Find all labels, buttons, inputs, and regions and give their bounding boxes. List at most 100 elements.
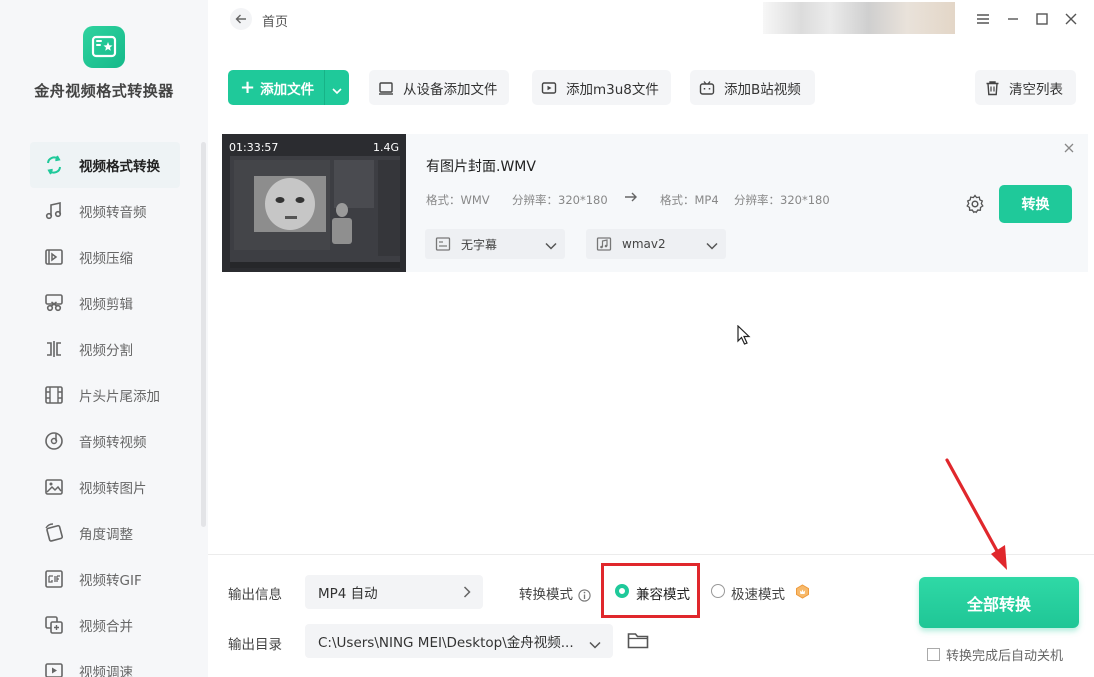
- clear-list-button[interactable]: 清空列表: [975, 70, 1076, 105]
- source-resolution: 分辨率：320*180: [512, 193, 608, 207]
- chevron-down-icon: [545, 239, 557, 253]
- thumbnail-image: [222, 134, 406, 272]
- file-list-item[interactable]: 01:33:57 1.4G 有图片封面.WMV 格式：WMV 分辨率：320*1…: [222, 134, 1088, 272]
- target-resolution: 分辨率：320*180: [734, 193, 830, 207]
- output-dir-value: C:\Users\NING MEI\Desktop\金舟视频...: [318, 635, 574, 651]
- output-info-value: MP4 自动: [318, 586, 378, 602]
- fast-mode-radio[interactable]: [711, 584, 725, 598]
- app-name: 金舟视频格式转换器: [34, 82, 174, 100]
- sidebar-item-merge[interactable]: 视频合并: [30, 602, 206, 648]
- add-bilibili-label: 添加B站视频: [724, 81, 801, 98]
- annotation-arrow-icon: [945, 458, 1007, 570]
- fast-mode-label[interactable]: 极速模式: [731, 583, 785, 603]
- audio-track-select[interactable]: wmav2: [586, 229, 726, 259]
- chevron-down-icon: [589, 637, 601, 653]
- close-icon: [1065, 13, 1077, 25]
- sidebar-item-label: 音频转视频: [79, 435, 147, 451]
- add-m3u8-label: 添加m3u8文件: [566, 81, 659, 98]
- file-name: 有图片封面.WMV: [426, 159, 536, 175]
- split-divider: [324, 70, 325, 105]
- chevron-down-icon: [706, 239, 718, 253]
- sidebar-scrollbar[interactable]: [201, 142, 206, 527]
- sidebar-item-speed[interactable]: 视频调速: [30, 648, 206, 677]
- add-from-device-label: 从设备添加文件: [403, 81, 498, 98]
- output-dir-select[interactable]: C:\Users\NING MEI\Desktop\金舟视频...: [305, 624, 613, 658]
- settings-gear-icon[interactable]: [965, 194, 985, 218]
- convert-button[interactable]: 转换: [999, 185, 1072, 223]
- sidebar-item-intro-outro[interactable]: 片头片尾添加: [30, 372, 206, 418]
- image-icon: [42, 475, 66, 499]
- add-file-label: 添加文件: [260, 81, 315, 98]
- sidebar-item-video-to-image[interactable]: 视频转图片: [30, 464, 206, 510]
- sidebar-item-label: 视频转GIF: [79, 573, 142, 589]
- trash-icon: [983, 79, 1001, 97]
- gif-icon: [42, 567, 66, 591]
- sidebar-item-audio-to-video[interactable]: 音频转视频: [30, 418, 206, 464]
- video-file-size: 1.4G: [372, 141, 399, 154]
- back-button[interactable]: [230, 8, 252, 30]
- breadcrumb[interactable]: 首页: [262, 11, 288, 30]
- output-info-select[interactable]: MP4 自动: [305, 575, 483, 609]
- auto-shutdown-label: 转换完成后自动关机: [946, 649, 1064, 664]
- audio-value: wmav2: [622, 237, 666, 251]
- add-from-device-button[interactable]: 从设备添加文件: [369, 70, 509, 105]
- target-format: 格式：MP4: [660, 193, 719, 207]
- bilibili-tv-icon: [698, 79, 716, 97]
- clear-list-label: 清空列表: [1009, 81, 1063, 98]
- add-file-button[interactable]: + 添加文件: [228, 70, 349, 105]
- mouse-cursor-icon: [737, 324, 751, 349]
- auto-shutdown-checkbox[interactable]: 转换完成后自动关机: [927, 645, 1063, 664]
- maximize-button[interactable]: [1034, 11, 1050, 27]
- split-icon: [42, 337, 66, 361]
- video-duration: 01:33:57: [229, 141, 279, 154]
- close-window-button[interactable]: [1063, 11, 1079, 27]
- info-icon[interactable]: [578, 588, 591, 602]
- sidebar-item-gif[interactable]: 视频转GIF: [30, 556, 206, 602]
- sidebar-item-label: 角度调整: [79, 527, 133, 543]
- sidebar-item-label: 视频转音频: [79, 205, 147, 221]
- chevron-right-icon: [463, 586, 471, 602]
- speed-icon: [42, 659, 66, 677]
- arrow-left-icon: [235, 14, 246, 24]
- sidebar-item-label: 片头片尾添加: [79, 389, 160, 405]
- hamburger-icon: [977, 14, 989, 24]
- minimize-icon: [1008, 18, 1018, 20]
- sidebar-item-label: 视频压缩: [79, 251, 133, 267]
- annotation-highlight-box: [601, 563, 700, 618]
- folder-icon[interactable]: [627, 631, 649, 654]
- maximize-icon: [1036, 13, 1048, 25]
- sidebar-nav: 视频格式转换 视频转音频 视频压缩 视频剪辑 视频分割 片头片尾添加 音频转视频…: [30, 142, 206, 677]
- sidebar-item-rotate[interactable]: 角度调整: [30, 510, 206, 556]
- checkbox-box[interactable]: [927, 648, 940, 661]
- sidebar-item-video-convert[interactable]: 视频格式转换: [30, 142, 180, 188]
- chevron-down-icon[interactable]: [332, 83, 342, 99]
- merge-icon: [42, 613, 66, 637]
- app-logo-area: 金舟视频格式转换器: [0, 26, 208, 101]
- user-account-area[interactable]: [763, 2, 955, 34]
- sidebar-item-label: 视频合并: [79, 619, 133, 635]
- sidebar-item-split[interactable]: 视频分割: [30, 326, 206, 372]
- sidebar-item-label: 视频分割: [79, 343, 133, 359]
- sidebar-item-edit[interactable]: 视频剪辑: [30, 280, 206, 326]
- subtitle-select[interactable]: 无字幕: [425, 229, 565, 259]
- film-strip-icon: [42, 383, 66, 407]
- music-note-icon: [42, 199, 66, 223]
- app-logo-icon: [83, 26, 125, 68]
- rotate-icon: [42, 521, 66, 545]
- plus-icon: +: [240, 76, 256, 98]
- source-format: 格式：WMV: [426, 193, 490, 207]
- sidebar-item-video-to-audio[interactable]: 视频转音频: [30, 188, 206, 234]
- subtitle-icon: [435, 236, 451, 252]
- hard-drive-icon: [377, 79, 395, 97]
- video-thumbnail[interactable]: 01:33:57 1.4G: [222, 134, 406, 272]
- menu-button[interactable]: [975, 11, 991, 27]
- sidebar-item-label: 视频剪辑: [79, 297, 133, 313]
- minimize-button[interactable]: [1005, 11, 1021, 27]
- sidebar-item-compress[interactable]: 视频压缩: [30, 234, 206, 280]
- video-convert-icon: [42, 153, 66, 177]
- convert-all-button[interactable]: 全部转换: [919, 577, 1079, 628]
- add-bilibili-button[interactable]: 添加B站视频: [690, 70, 815, 105]
- add-m3u8-button[interactable]: 添加m3u8文件: [532, 70, 671, 105]
- audio-track-icon: [596, 236, 612, 252]
- remove-file-icon[interactable]: [1064, 142, 1074, 157]
